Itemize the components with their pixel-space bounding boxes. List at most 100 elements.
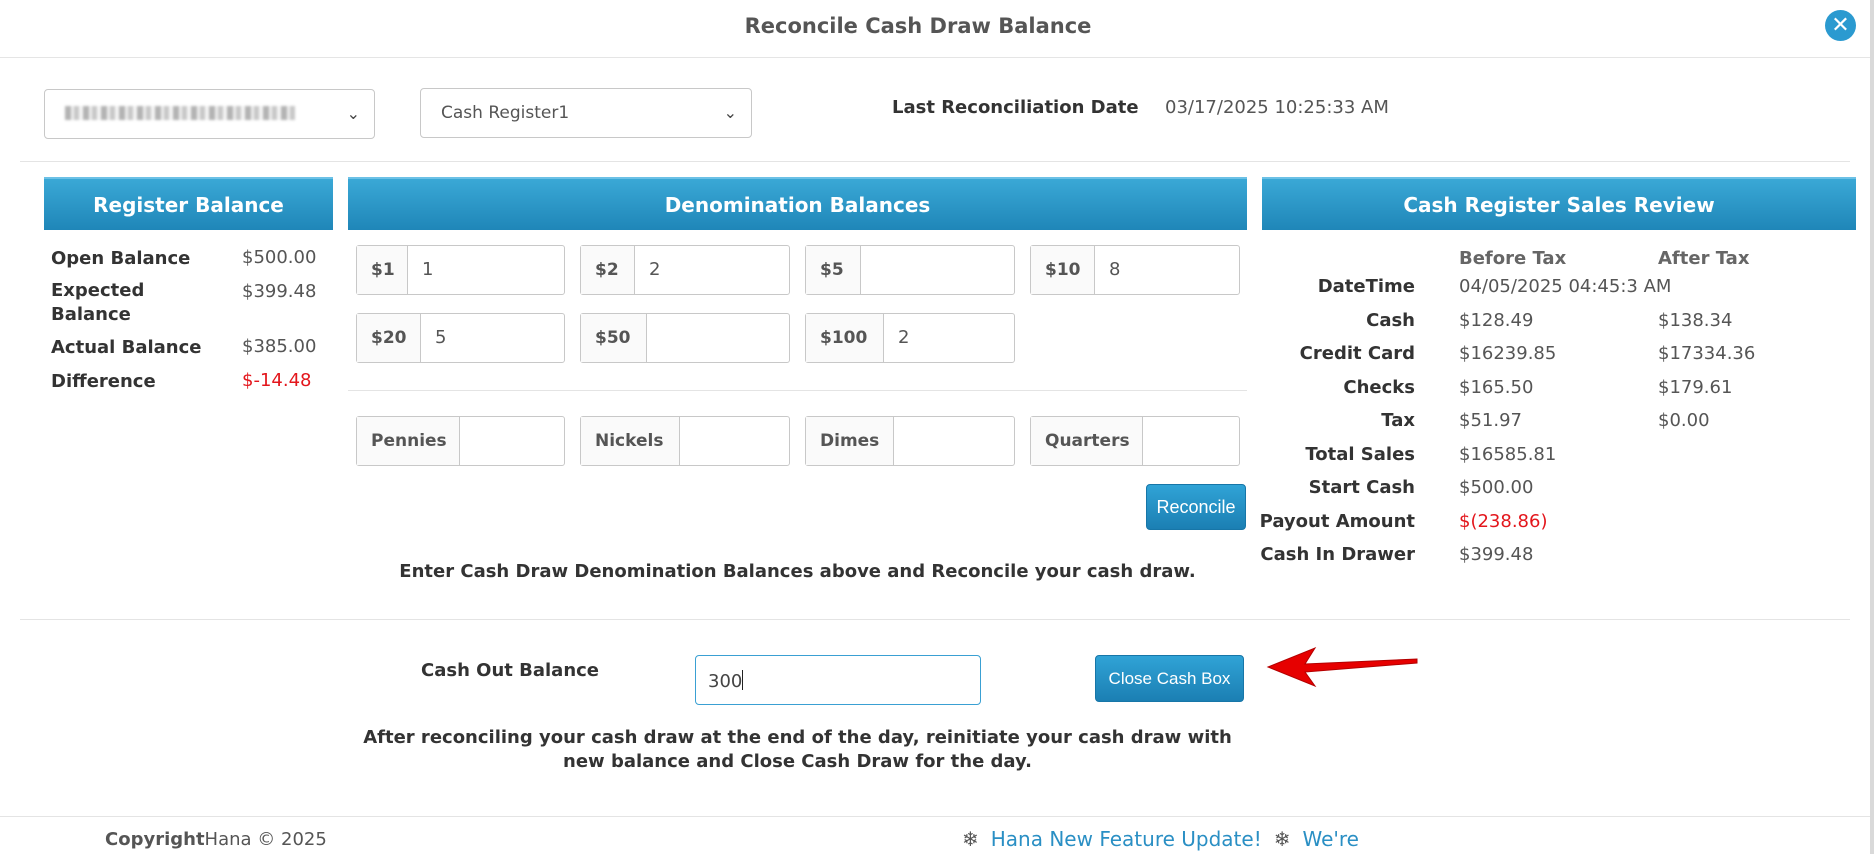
difference-value: $-14.48 xyxy=(242,370,312,391)
pennies-value[interactable] xyxy=(460,417,474,465)
expected-balance-value: $399.48 xyxy=(242,281,317,302)
expected-balance-label: Expected Balance xyxy=(51,280,145,325)
bill-10-label: $10 xyxy=(1031,246,1095,294)
divider xyxy=(348,390,1247,391)
register-balance-header: Register Balance xyxy=(44,177,333,230)
bill-2-input[interactable]: $2 2 xyxy=(580,245,790,295)
difference-label: Difference xyxy=(51,371,156,392)
bill-100-input[interactable]: $100 2 xyxy=(805,313,1015,363)
cash-out-balance-label: Cash Out Balance xyxy=(421,660,600,681)
close-cash-draw-hint: After reconciling your cash draw at the … xyxy=(363,727,1232,772)
total-sales-label: Total Sales xyxy=(1305,444,1415,465)
red-arrow-pointer-icon xyxy=(1266,646,1418,688)
datetime-value: 04/05/2025 04:45:3 AM xyxy=(1459,276,1672,297)
total-sales-value: $16585.81 xyxy=(1459,444,1557,465)
store-select-value-redacted xyxy=(65,106,295,120)
bill-20-input[interactable]: $20 5 xyxy=(356,313,565,363)
open-balance-value: $500.00 xyxy=(242,247,317,268)
start-cash-value: $500.00 xyxy=(1459,477,1534,498)
before-tax-column-header: Before Tax xyxy=(1459,248,1567,269)
dimes-input[interactable]: Dimes xyxy=(805,416,1015,466)
tax-label: Tax xyxy=(1381,410,1415,431)
modal-title-bar: Reconcile Cash Draw Balance ✕ xyxy=(0,0,1874,58)
bill-10-value[interactable]: 8 xyxy=(1095,246,1120,294)
chevron-down-icon: ⌄ xyxy=(723,103,737,122)
bill-2-value[interactable]: 2 xyxy=(635,246,660,294)
tax-before-tax: $51.97 xyxy=(1459,410,1522,431)
cash-before-tax: $128.49 xyxy=(1459,310,1534,331)
quarters-input[interactable]: Quarters xyxy=(1030,416,1240,466)
register-select[interactable]: Cash Register1 ⌄ xyxy=(420,88,752,138)
copyright-text: Hana © 2025 xyxy=(204,829,327,850)
cash-label: Cash xyxy=(1366,310,1415,331)
tax-after-tax: $0.00 xyxy=(1658,410,1710,431)
close-circle-icon[interactable]: ✕ xyxy=(1825,10,1856,41)
cash-in-drawer-label: Cash In Drawer xyxy=(1260,544,1415,565)
credit-card-before-tax: $16239.85 xyxy=(1459,343,1557,364)
cash-in-drawer-value: $399.48 xyxy=(1459,544,1534,565)
payout-amount-value: $(238.86) xyxy=(1459,511,1548,532)
bill-20-label: $20 xyxy=(357,314,421,362)
bill-50-input[interactable]: $50 xyxy=(580,313,790,363)
nickels-label: Nickels xyxy=(581,417,680,465)
bill-1-value[interactable]: 1 xyxy=(408,246,433,294)
footer: CopyrightHana © 2025 ❄ Hana New Feature U… xyxy=(0,816,1870,854)
snowflake-icon: ❄ xyxy=(1273,827,1291,851)
checks-label: Checks xyxy=(1343,377,1415,398)
bill-100-value[interactable]: 2 xyxy=(884,314,909,362)
actual-balance-label: Actual Balance xyxy=(51,337,202,358)
bill-20-value[interactable]: 5 xyxy=(421,314,446,362)
ticker-text-1[interactable]: Hana New Feature Update! xyxy=(991,827,1262,851)
checks-before-tax: $165.50 xyxy=(1459,377,1534,398)
divider xyxy=(20,161,1850,162)
bill-5-value[interactable] xyxy=(861,246,875,294)
copyright: CopyrightHana © 2025 xyxy=(105,829,327,850)
snowflake-icon: ❄ xyxy=(962,827,979,851)
chevron-down-icon: ⌄ xyxy=(346,104,360,123)
open-balance-label: Open Balance xyxy=(51,248,191,269)
credit-card-after-tax: $17334.36 xyxy=(1658,343,1756,364)
register-select-value: Cash Register1 xyxy=(441,103,570,123)
dimes-value[interactable] xyxy=(894,417,908,465)
last-reconciliation-label: Last Reconciliation Date xyxy=(892,97,1139,118)
nickels-value[interactable] xyxy=(680,417,694,465)
nickels-input[interactable]: Nickels xyxy=(580,416,790,466)
actual-balance-value: $385.00 xyxy=(242,336,317,357)
cash-out-balance-value: 300 xyxy=(708,671,743,692)
store-select[interactable]: ⌄ xyxy=(44,89,375,139)
datetime-label: DateTime xyxy=(1317,276,1415,297)
quarters-label: Quarters xyxy=(1031,417,1143,465)
bill-50-value[interactable] xyxy=(647,314,661,362)
cash-after-tax: $138.34 xyxy=(1658,310,1733,331)
close-cash-box-button[interactable]: Close Cash Box xyxy=(1095,655,1244,702)
bill-50-label: $50 xyxy=(581,314,647,362)
after-tax-column-header: After Tax xyxy=(1658,248,1750,269)
checks-after-tax: $179.61 xyxy=(1658,377,1733,398)
ticker-text-2[interactable]: We're xyxy=(1302,827,1359,851)
cash-out-balance-input[interactable]: 300 xyxy=(695,655,981,705)
news-ticker[interactable]: ❄ Hana New Feature Update! ❄ We're xyxy=(950,827,1370,851)
reconcile-hint: Enter Cash Draw Denomination Balances ab… xyxy=(399,561,1196,582)
bill-5-label: $5 xyxy=(806,246,861,294)
bill-1-input[interactable]: $1 1 xyxy=(356,245,565,295)
pennies-input[interactable]: Pennies xyxy=(356,416,565,466)
quarters-value[interactable] xyxy=(1143,417,1157,465)
copyright-bold: Copyright xyxy=(105,829,205,850)
modal-title: Reconcile Cash Draw Balance xyxy=(744,14,1092,38)
bill-1-label: $1 xyxy=(357,246,408,294)
payout-amount-label: Payout Amount xyxy=(1259,511,1415,532)
denomination-balances-header: Denomination Balances xyxy=(348,177,1247,230)
sales-review-header: Cash Register Sales Review xyxy=(1262,177,1856,230)
text-caret xyxy=(742,670,744,690)
bill-10-input[interactable]: $10 8 xyxy=(1030,245,1240,295)
bill-2-label: $2 xyxy=(581,246,635,294)
bill-5-input[interactable]: $5 xyxy=(805,245,1015,295)
divider xyxy=(20,619,1850,620)
bill-100-label: $100 xyxy=(806,314,884,362)
last-reconciliation-value: 03/17/2025 10:25:33 AM xyxy=(1165,97,1389,118)
dimes-label: Dimes xyxy=(806,417,894,465)
credit-card-label: Credit Card xyxy=(1299,343,1415,364)
scrollbar[interactable] xyxy=(1870,0,1874,854)
start-cash-label: Start Cash xyxy=(1308,477,1415,498)
pennies-label: Pennies xyxy=(357,417,460,465)
